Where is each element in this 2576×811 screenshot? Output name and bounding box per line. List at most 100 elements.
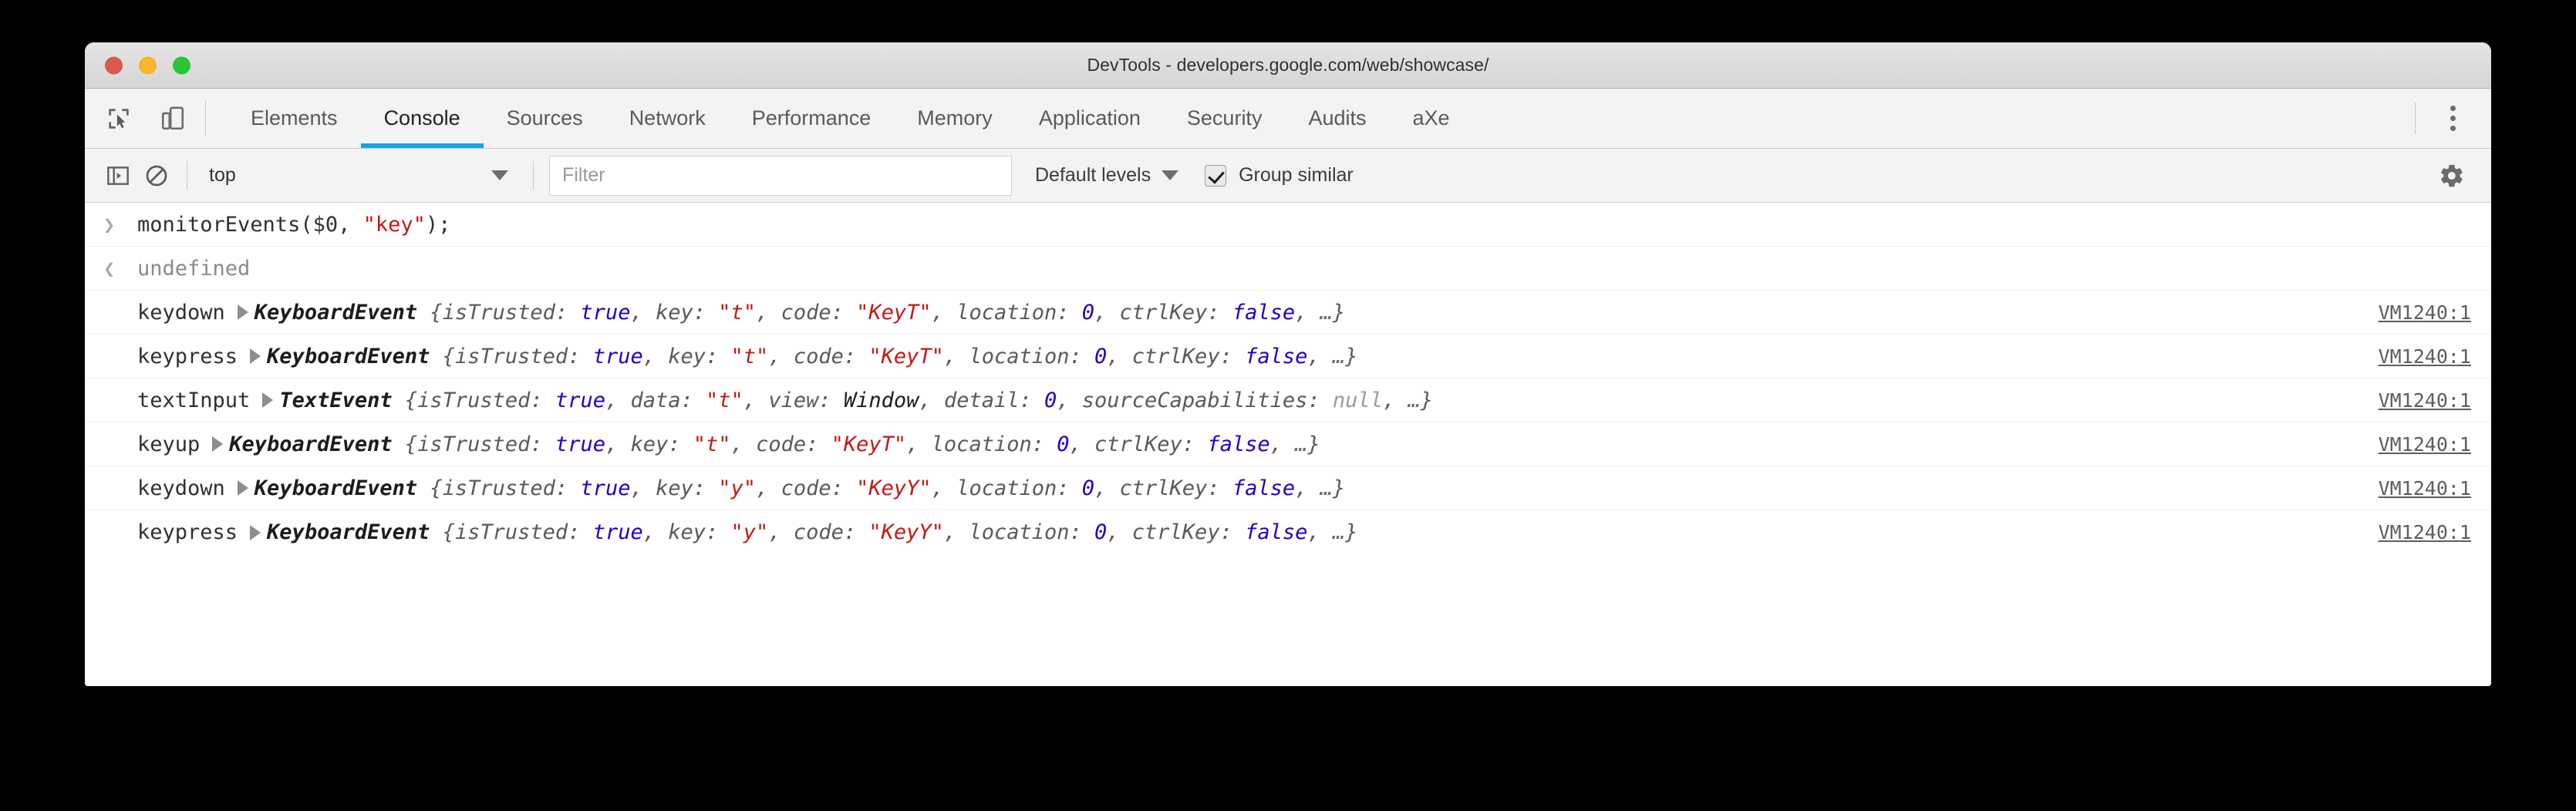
console-event-row[interactable]: keypress KeyboardEvent {isTrusted: true, …: [85, 510, 2491, 554]
expand-triangle-icon[interactable]: [212, 436, 223, 452]
console-event-row[interactable]: keydown KeyboardEvent {isTrusted: true, k…: [85, 466, 2491, 510]
tab-label: Application: [1039, 106, 1141, 130]
expand-triangle-icon[interactable]: [250, 348, 261, 364]
tab-console[interactable]: Console: [361, 89, 484, 148]
tab-memory[interactable]: Memory: [894, 89, 1016, 148]
event-prop-value: 0: [1082, 301, 1094, 325]
log-levels-label: Default levels: [1035, 164, 1151, 187]
clear-console-icon[interactable]: [137, 156, 176, 195]
event-prop-key: location:: [932, 432, 1057, 456]
event-prop-key: key:: [668, 520, 730, 544]
event-name: keypress: [137, 520, 238, 544]
event-prop-key: location:: [969, 520, 1094, 544]
console-event-row[interactable]: keyupKeyboardEvent {isTrusted: true, key…: [85, 422, 2491, 466]
maximize-window-button[interactable]: [173, 56, 191, 74]
event-prop-value: 0: [1082, 476, 1094, 500]
event-object-preview: KeyboardEvent {isTrusted: true, key: "y"…: [267, 520, 1357, 544]
title-bar: DevTools - developers.google.com/web/sho…: [85, 42, 2491, 89]
source-link[interactable]: VM1240:1: [2355, 389, 2471, 412]
minimize-window-button[interactable]: [139, 56, 157, 74]
inspect-element-icon[interactable]: [99, 99, 139, 139]
execution-context-select[interactable]: top: [198, 156, 522, 196]
filter-placeholder: Filter: [562, 164, 605, 187]
log-levels-select[interactable]: Default levels: [1035, 164, 1178, 187]
event-prop-key: ctrlKey:: [1120, 301, 1232, 325]
tab-application[interactable]: Application: [1016, 89, 1164, 148]
tab-audits[interactable]: Audits: [1285, 89, 1389, 148]
filter-input[interactable]: Filter: [549, 156, 1012, 196]
console-toolbar-right: [2433, 156, 2491, 195]
tab-label: Security: [1187, 106, 1263, 130]
tabbar-tools: [85, 89, 193, 148]
source-link[interactable]: VM1240:1: [2355, 521, 2471, 543]
event-prop-key: isTrusted:: [455, 345, 593, 368]
tab-label: aXe: [1413, 106, 1450, 130]
console-log-area[interactable]: ❯ monitorEvents($0, "key"); ❮ undefined …: [85, 203, 2491, 686]
event-name: keydown: [137, 476, 225, 500]
event-prop-value: "t": [718, 301, 756, 325]
event-constructor: TextEvent: [279, 389, 405, 412]
event-prop-value: false: [1232, 476, 1295, 500]
source-link[interactable]: VM1240:1: [2355, 301, 2471, 324]
console-event-row[interactable]: keydownKeyboardEvent {isTrusted: true, k…: [85, 291, 2491, 335]
source-link[interactable]: VM1240:1: [2355, 477, 2471, 500]
group-similar-checkbox[interactable]: [1205, 165, 1226, 187]
event-truncation-ellipsis: …: [1320, 301, 1333, 325]
tab-performance[interactable]: Performance: [729, 89, 895, 148]
event-object-preview: KeyboardEvent {isTrusted: true, key: "t"…: [255, 301, 1345, 325]
tab-sources[interactable]: Sources: [484, 89, 606, 148]
event-prop-key: key:: [630, 432, 693, 456]
event-truncation-ellipsis: …: [1408, 389, 1420, 412]
event-prop-key: isTrusted:: [443, 476, 581, 500]
command-suffix: );: [426, 213, 451, 237]
event-prop-key: isTrusted:: [417, 389, 555, 412]
event-prop-value: "t": [706, 389, 743, 412]
event-prop-key: code:: [756, 432, 831, 456]
event-prop-key: data:: [631, 389, 706, 412]
console-event-row[interactable]: keypressKeyboardEvent {isTrusted: true, …: [85, 335, 2491, 379]
event-prop-key: code:: [794, 345, 869, 368]
event-prop-key: key:: [668, 345, 730, 368]
event-object-preview: TextEvent {isTrusted: true, data: "t", v…: [279, 389, 1433, 412]
tab-label: Elements: [251, 106, 338, 130]
more-options-icon[interactable]: [2434, 99, 2471, 139]
tab-network[interactable]: Network: [606, 89, 729, 148]
console-toolbar: top Filter Default levels Group similar: [85, 149, 2491, 203]
event-prop-key: code:: [781, 301, 857, 325]
expand-triangle-icon[interactable]: [238, 480, 248, 496]
devtools-tab-bar: Elements Console Sources Network Perform…: [85, 89, 2491, 149]
tabbar-right: [2410, 89, 2491, 148]
event-prop-value: true: [580, 476, 630, 500]
toolbar-divider-2: [533, 161, 534, 190]
tab-elements[interactable]: Elements: [228, 89, 361, 148]
expand-triangle-icon[interactable]: [250, 525, 261, 540]
execution-context-value: top: [209, 164, 236, 187]
console-sidebar-icon[interactable]: [99, 156, 137, 195]
tab-axe[interactable]: aXe: [1390, 89, 1473, 148]
expand-triangle-icon[interactable]: [238, 305, 248, 320]
prompt-icon: ❯: [103, 214, 137, 236]
event-prop-value: "t": [693, 432, 731, 456]
close-window-button[interactable]: [105, 56, 123, 74]
console-event-row[interactable]: textInputTextEvent {isTrusted: true, dat…: [85, 379, 2491, 422]
event-prop-value: "KeyY": [868, 520, 944, 544]
source-link[interactable]: VM1240:1: [2355, 433, 2471, 456]
source-link[interactable]: VM1240:1: [2355, 345, 2471, 368]
event-truncation-ellipsis: …: [1333, 345, 1345, 368]
event-prop-value: "y": [718, 476, 756, 500]
device-toolbar-icon[interactable]: [153, 99, 193, 139]
event-constructor: KeyboardEvent: [267, 345, 443, 368]
expand-triangle-icon[interactable]: [262, 392, 273, 408]
gear-icon[interactable]: [2433, 156, 2471, 195]
tab-security[interactable]: Security: [1164, 89, 1286, 148]
console-input-row[interactable]: ❯ monitorEvents($0, "key");: [85, 203, 2491, 247]
event-truncation-ellipsis: …: [1333, 520, 1345, 544]
console-result-row: ❮ undefined: [85, 247, 2491, 291]
group-similar-toggle[interactable]: Group similar: [1205, 164, 1354, 187]
console-command: monitorEvents($0, "key");: [137, 213, 450, 237]
event-prop-value: "KeyT": [856, 301, 932, 325]
event-object-preview: KeyboardEvent {isTrusted: true, key: "y"…: [255, 476, 1345, 500]
window-title: DevTools - developers.google.com/web/sho…: [85, 55, 2491, 76]
event-prop-key: ctrlKey:: [1120, 476, 1232, 500]
event-prop-value: null: [1333, 389, 1383, 412]
